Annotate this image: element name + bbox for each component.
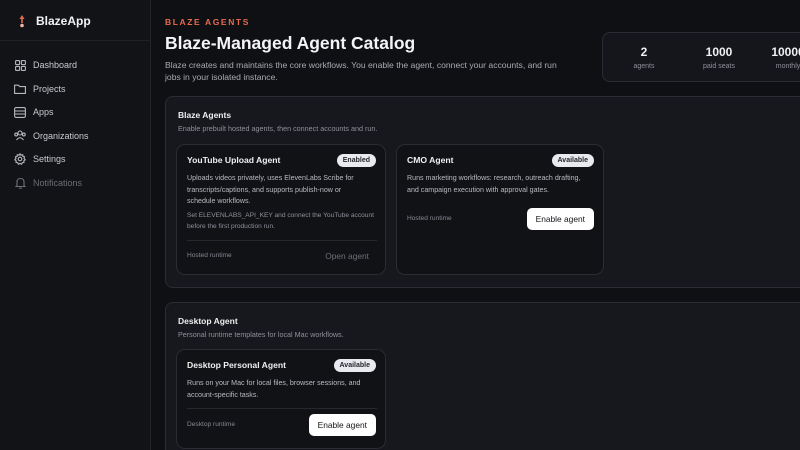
agent-card-cmo: CMO Agent Available Runs marketing workf… <box>396 144 604 275</box>
runtime-label: Desktop runtime <box>187 421 236 428</box>
agent-card-description: Runs marketing workflows: research, outr… <box>407 173 580 196</box>
gear-icon <box>14 153 26 165</box>
note-line: before the first production run. <box>187 223 275 230</box>
card-divider <box>187 240 377 241</box>
organizations-icon <box>14 130 26 142</box>
stat-value: 1000 <box>705 45 733 59</box>
sidebar-item-label: Dashboard <box>33 60 78 70</box>
stats-panel: 2 agents 1000 paid seats 10000 monthly <box>602 32 800 82</box>
note-line: Set ELEVENLABS_API_KEY and connect the Y… <box>187 212 374 219</box>
stat-monthly: 10000 monthly <box>755 45 800 70</box>
sidebar-nav: Dashboard Projects Apps Organizations Se… <box>14 57 144 198</box>
setup-note: Set ELEVENLABS_API_KEY and connect the Y… <box>187 210 374 232</box>
stat-paid-seats: 1000 paid seats <box>685 45 753 70</box>
open-agent-button[interactable]: Open agent <box>325 251 369 261</box>
page-subtitle: Blaze creates and maintains the core wor… <box>165 60 557 82</box>
description-line: schedule workflows. <box>187 197 251 205</box>
description-line: transcripts/captions, and supports publi… <box>187 185 342 194</box>
sidebar-item-settings[interactable]: Settings <box>14 151 144 167</box>
agent-card-description: Uploads videos privately, uses ElevenLab… <box>187 173 354 208</box>
sidebar-item-label: Notifications <box>33 177 83 188</box>
stat-agents: 2 agents <box>613 45 675 70</box>
sidebar-item-label: Projects <box>33 83 66 94</box>
card-divider <box>187 408 377 409</box>
section-title: Blaze Agents <box>178 110 232 120</box>
runtime-label: Hosted runtime <box>407 215 452 222</box>
description-line: and campaign execution with approval gat… <box>407 185 549 194</box>
sidebar-item-projects[interactable]: Projects <box>14 81 144 97</box>
apps-icon <box>14 106 26 118</box>
stat-label: agents <box>633 63 655 70</box>
enable-agent-button[interactable]: Enable agent <box>308 414 376 436</box>
description-line: Runs marketing workflows: research, outr… <box>407 174 581 182</box>
status-badge: Available <box>333 359 376 372</box>
brand[interactable]: BlazeApp <box>16 12 91 30</box>
sidebar: BlazeApp Dashboard Projects Apps Organiz… <box>0 0 151 450</box>
status-badge: Enabled <box>336 154 376 167</box>
sidebar-item-notifications[interactable]: Notifications <box>14 175 144 191</box>
section-description: Personal runtime templates for local Mac… <box>178 330 344 339</box>
agent-card-desktop-personal: Desktop Personal Agent Available Runs on… <box>176 349 386 449</box>
sidebar-item-label: Organizations <box>33 130 89 141</box>
stat-value: 2 <box>640 45 648 59</box>
stat-label: paid seats <box>703 63 735 70</box>
main-content: BLAZE AGENTS Blaze-Managed Agent Catalog… <box>151 0 800 450</box>
sidebar-item-label: Settings <box>33 154 66 164</box>
sidebar-item-apps[interactable]: Apps <box>14 104 144 120</box>
agent-card-title: CMO Agent <box>407 155 454 165</box>
description-line: Uploads videos privately, uses ElevenLab… <box>187 174 354 182</box>
page-eyebrow: BLAZE AGENTS <box>165 17 250 27</box>
blaze-logo-icon <box>16 14 28 28</box>
section-description: Enable prebuilt hosted agents, then conn… <box>178 124 378 133</box>
section-title: Desktop Agent <box>178 316 238 326</box>
section-desktop-agent: Desktop Agent Personal runtime templates… <box>165 302 800 450</box>
bell-icon <box>14 177 26 189</box>
stat-value: 10000 <box>771 45 800 59</box>
sidebar-item-dashboard[interactable]: Dashboard <box>14 57 144 73</box>
agent-card-description: Runs on your Mac for local files, browse… <box>187 378 360 401</box>
sidebar-item-label: Apps <box>33 107 54 117</box>
agent-card-title: YouTube Upload Agent <box>187 155 281 165</box>
section-blaze-agents: Blaze Agents Enable prebuilt hosted agen… <box>165 96 800 288</box>
status-badge: Available <box>551 154 594 167</box>
runtime-label: Hosted runtime <box>187 252 232 259</box>
agent-card-title: Desktop Personal Agent <box>187 360 287 370</box>
stat-label: monthly <box>775 63 800 70</box>
description-line: account-specific tasks. <box>187 390 259 399</box>
description-line: Runs on your Mac for local files, browse… <box>187 379 361 387</box>
dashboard-icon <box>14 59 26 71</box>
sidebar-item-organizations[interactable]: Organizations <box>14 128 144 144</box>
folder-icon <box>14 83 26 95</box>
sidebar-divider <box>0 40 151 41</box>
app-name: BlazeApp <box>36 14 91 28</box>
enable-agent-button[interactable]: Enable agent <box>526 208 594 230</box>
agent-card-youtube: YouTube Upload Agent Enabled Uploads vid… <box>176 144 386 275</box>
page-title: Blaze-Managed Agent Catalog <box>165 33 416 53</box>
